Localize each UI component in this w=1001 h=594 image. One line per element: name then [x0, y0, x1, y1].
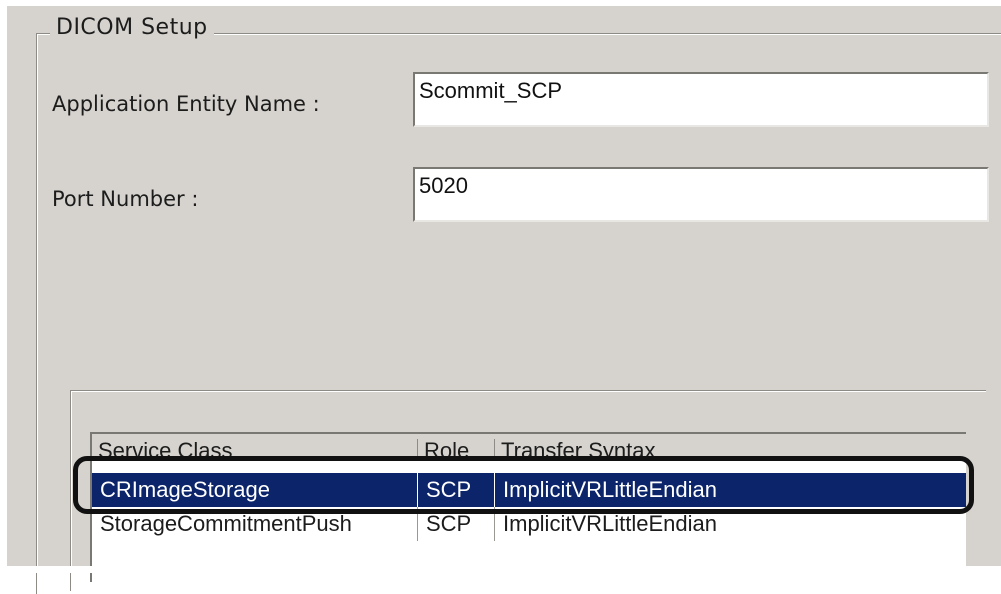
- port-number-input[interactable]: 5020: [413, 167, 989, 222]
- table-row[interactable]: CRImageStorage SCP ImplicitVRLittleEndia…: [92, 473, 966, 507]
- cell-role: SCP: [418, 473, 495, 507]
- column-header-transfer-syntax[interactable]: Transfer Syntax: [495, 439, 966, 459]
- column-header-service-class[interactable]: Service Class: [92, 439, 418, 458]
- left-border-strip: [0, 0, 7, 573]
- service-class-list[interactable]: Service Class Role Transfer Syntax CRIma…: [90, 432, 966, 582]
- cell-transfer-syntax: ImplicitVRLittleEndian: [503, 511, 717, 536]
- list-header: Service Class Role Transfer Syntax: [92, 434, 966, 458]
- cell-role: SCP: [418, 507, 495, 541]
- column-header-role[interactable]: Role: [418, 439, 495, 458]
- table-row[interactable]: StorageCommitmentPush SCP ImplicitVRLitt…: [92, 507, 966, 541]
- bottom-border-strip: [0, 566, 1001, 573]
- group-title: DICOM Setup: [50, 15, 214, 40]
- cell-service-class: CRImageStorage: [92, 473, 418, 507]
- ae-name-input[interactable]: Scommit_SCP: [413, 72, 989, 127]
- cell-service-class: StorageCommitmentPush: [92, 507, 418, 541]
- port-number-label: Port Number :: [52, 187, 199, 211]
- ae-name-label: Application Entity Name :: [52, 92, 320, 116]
- top-border-strip: [0, 0, 1001, 6]
- dicom-setup-panel: DICOM Setup Application Entity Name : Sc…: [0, 0, 1001, 594]
- cell-transfer-syntax: ImplicitVRLittleEndian: [503, 477, 717, 502]
